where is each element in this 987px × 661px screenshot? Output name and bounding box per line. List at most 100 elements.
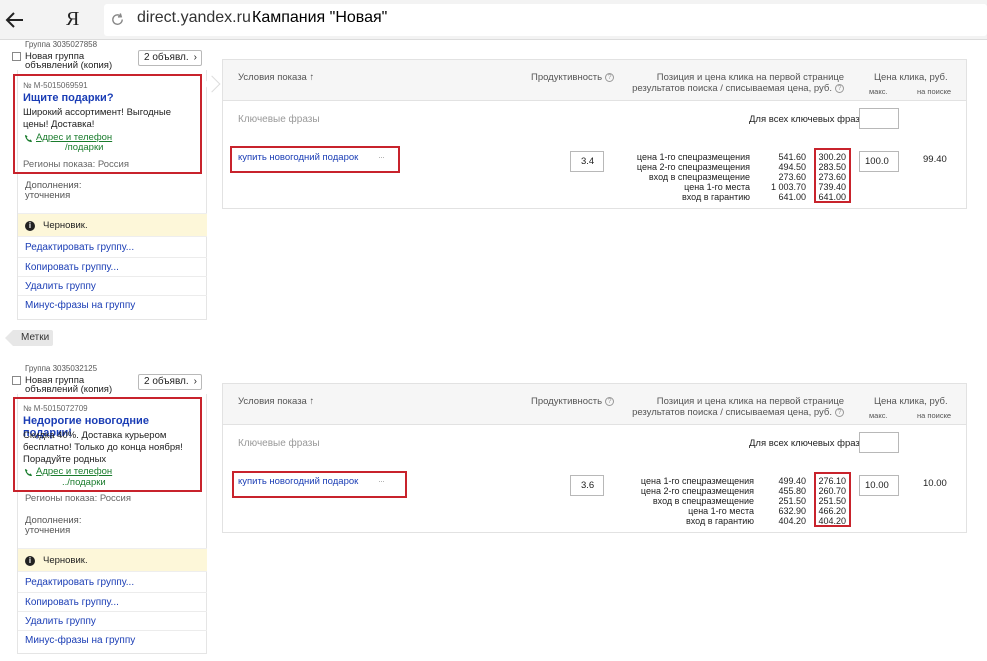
position-bids: 541.60 494.50 273.60 1 003.70 641.00 bbox=[771, 152, 806, 202]
header-productivity-label: Продуктивность bbox=[531, 396, 603, 407]
ad-text-line: бесплатно! Только до конца ноября! bbox=[23, 442, 183, 453]
more-icon[interactable]: ··· bbox=[378, 476, 385, 486]
header-conditions[interactable]: Условия показа ↑ bbox=[238, 396, 314, 407]
phone-icon bbox=[24, 468, 33, 477]
max-bid-input[interactable]: 100.0 bbox=[859, 151, 899, 172]
edit-group-link[interactable]: Редактировать группу... bbox=[25, 242, 134, 253]
chevron-right-icon: › bbox=[193, 52, 197, 63]
divider bbox=[18, 257, 207, 258]
charged-price: 283.50 bbox=[818, 162, 846, 172]
group-checkbox[interactable] bbox=[12, 376, 21, 385]
extras-value: уточнения bbox=[25, 525, 71, 536]
negative-keywords-link[interactable]: Минус-фразы на группу bbox=[25, 300, 135, 311]
question-icon[interactable]: ? bbox=[605, 396, 615, 406]
edit-group-link[interactable]: Редактировать группу... bbox=[25, 577, 134, 588]
header-max: макс. bbox=[869, 87, 888, 96]
max-bid-input[interactable]: 10.00 bbox=[859, 475, 899, 496]
header-position-line2: результатов поиска / списываемая цена, р… bbox=[632, 407, 832, 418]
charged-price: 404.20 bbox=[818, 516, 846, 526]
ads-count-label: 2 объявл. bbox=[144, 376, 189, 387]
back-arrow-icon[interactable] bbox=[4, 9, 26, 31]
ad-text-line: Широкий ассортимент! Выгодные bbox=[23, 107, 171, 118]
charged-price: 273.60 bbox=[818, 172, 846, 182]
on-search-price: 10.00 bbox=[923, 478, 947, 489]
status-text: Черновик. bbox=[43, 220, 88, 231]
divider bbox=[18, 630, 207, 631]
ad-number: № M-5015072709 bbox=[23, 404, 88, 413]
ad-text-line: Порадуйте родных bbox=[23, 454, 107, 465]
position-label: вход в спецразмещение bbox=[652, 496, 754, 506]
info-icon: i bbox=[25, 221, 35, 231]
table-header: Условия показа ↑ Продуктивность? Позиция… bbox=[223, 384, 966, 425]
position-bid: 455.80 bbox=[778, 486, 806, 496]
display-path: ../подарки bbox=[62, 477, 106, 488]
phone-icon bbox=[24, 134, 33, 143]
delete-group-link[interactable]: Удалить группу bbox=[25, 616, 96, 627]
negative-keywords-link[interactable]: Минус-фразы на группу bbox=[25, 635, 135, 646]
position-bid: 641.00 bbox=[778, 192, 806, 202]
header-productivity: Продуктивность? bbox=[531, 72, 615, 83]
on-search-price: 99.40 bbox=[923, 154, 947, 165]
group-checkbox[interactable] bbox=[12, 52, 21, 61]
position-label: цена 1-го спецразмещения bbox=[640, 476, 754, 486]
info-icon: i bbox=[25, 556, 35, 566]
copy-group-link[interactable]: Копировать группу... bbox=[25, 597, 119, 608]
header-conditions[interactable]: Условия показа ↑ bbox=[238, 72, 314, 83]
more-icon[interactable]: ··· bbox=[378, 152, 385, 162]
productivity-value: 3.6 bbox=[570, 475, 604, 496]
ad-number: № M-5015069591 bbox=[23, 81, 88, 90]
ads-count-button[interactable]: 2 объявл. › bbox=[138, 374, 202, 390]
ad-extras: Дополнения: уточнения bbox=[25, 516, 81, 536]
position-label: цена 1-го места bbox=[688, 506, 754, 516]
position-labels: цена 1-го спецразмещения цена 2-го спецр… bbox=[641, 476, 754, 526]
group-number: Группа 3035032125 bbox=[25, 364, 98, 373]
tags-button[interactable]: Метки bbox=[5, 330, 53, 346]
draft-status: i Черновик. bbox=[18, 548, 207, 572]
keyword-phrase[interactable]: купить новогодний подарок bbox=[238, 476, 358, 487]
ad-text-line: цены! Доставка! bbox=[23, 119, 95, 130]
ads-count-button[interactable]: 2 объявл. › bbox=[138, 50, 202, 66]
group-name: Новая группа объявлений (копия) bbox=[25, 376, 112, 395]
copy-group-link[interactable]: Копировать группу... bbox=[25, 262, 119, 273]
position-bid: 1 003.70 bbox=[770, 182, 806, 192]
ad-text-line: Скидка 40%. Доставка курьером bbox=[23, 430, 167, 441]
page-title: Кампания "Новая" bbox=[252, 9, 388, 26]
for-all-bid-input[interactable] bbox=[859, 432, 899, 453]
position-label: цена 1-го места bbox=[684, 182, 750, 192]
yandex-logo[interactable]: Я bbox=[66, 8, 79, 31]
question-icon[interactable]: ? bbox=[835, 407, 844, 417]
ad-text: Широкий ассортимент! Выгодные цены! Дост… bbox=[23, 107, 203, 131]
question-icon[interactable]: ? bbox=[605, 72, 615, 82]
display-path: /подарки bbox=[65, 142, 104, 153]
delete-group-link[interactable]: Удалить группу bbox=[25, 281, 96, 292]
reload-icon[interactable] bbox=[110, 12, 125, 27]
header-position: Позиция и цена клика на первой странице р… bbox=[632, 396, 844, 418]
charged-price: 466.20 bbox=[818, 506, 846, 516]
contact-link[interactable]: Адрес и телефон bbox=[36, 466, 112, 477]
for-all-bid-input[interactable] bbox=[859, 108, 899, 129]
charged-price: 739.40 bbox=[818, 182, 846, 192]
header-productivity: Продуктивность? bbox=[531, 396, 615, 407]
header-click-price: Цена клика, руб. bbox=[874, 396, 948, 407]
url-text: direct.yandex.ru bbox=[137, 9, 251, 26]
divider bbox=[18, 276, 207, 277]
header-position-line2: результатов поиска / списываемая цена, р… bbox=[632, 83, 832, 94]
position-label: цена 1-го спецразмещения bbox=[636, 152, 750, 162]
ad-regions: Регионы показа: Россия bbox=[23, 159, 130, 170]
header-on-search: на поиске bbox=[917, 87, 952, 96]
charged-price: 641.00 bbox=[818, 192, 846, 202]
ad-preview-card: № M-5015072709 Недорогие новогодние пода… bbox=[13, 397, 202, 492]
ad-title[interactable]: Ищите подарки? bbox=[23, 92, 114, 104]
group-name: Новая группа объявлений (копия) bbox=[25, 52, 112, 71]
header-click-price: Цена клика, руб. bbox=[874, 72, 948, 83]
position-bid: 273.60 bbox=[778, 172, 806, 182]
divider bbox=[18, 592, 207, 593]
header-position-line1: Позиция и цена клика на первой странице bbox=[656, 396, 844, 407]
chevron-right-icon: › bbox=[193, 376, 197, 387]
ad-preview-card: № M-5015069591 Ищите подарки? Широкий ас… bbox=[13, 74, 202, 174]
keyword-phrase[interactable]: купить новогодний подарок bbox=[238, 152, 358, 163]
divider bbox=[18, 611, 207, 612]
question-icon[interactable]: ? bbox=[835, 83, 844, 93]
position-bids: 499.40 455.80 251.50 632.90 404.20 bbox=[778, 476, 806, 526]
draft-status: i Черновик. bbox=[18, 213, 207, 237]
